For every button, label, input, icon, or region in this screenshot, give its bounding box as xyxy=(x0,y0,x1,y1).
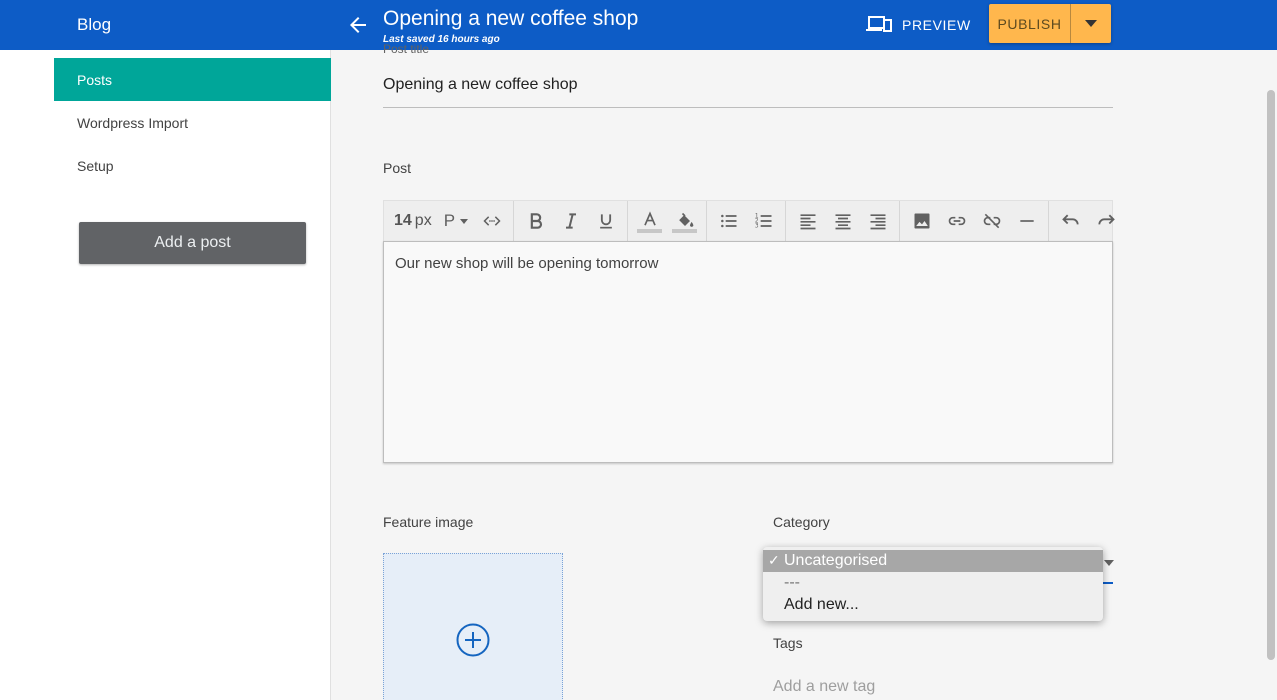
font-size-value: 14 xyxy=(394,212,412,229)
tags-label: Tags xyxy=(773,635,803,651)
option-label: Add new... xyxy=(784,596,859,613)
post-title-label: Post title xyxy=(383,42,430,56)
bold-icon[interactable] xyxy=(518,201,553,242)
align-center-icon[interactable] xyxy=(825,201,860,242)
category-option-add-new[interactable]: Add new... xyxy=(763,594,1103,616)
option-label: Uncategorised xyxy=(784,552,888,569)
feature-image-label: Feature image xyxy=(383,514,474,530)
publish-button[interactable]: PUBLISH xyxy=(989,4,1071,43)
post-body-text: Our new shop will be opening tomorrow xyxy=(395,255,659,272)
toolbar-group-text-style xyxy=(514,200,629,242)
top-app-bar: Blog Opening a new coffee shop Last save… xyxy=(0,0,1277,50)
redo-icon[interactable] xyxy=(1088,201,1123,242)
undo-icon[interactable] xyxy=(1053,201,1088,242)
sidebar-item-label: Posts xyxy=(77,71,113,88)
fill-color-swatch xyxy=(672,228,698,233)
unlink-icon[interactable] xyxy=(974,201,1009,242)
option-label: --- xyxy=(784,574,800,591)
text-color-swatch xyxy=(637,228,663,233)
dropdown-arrow-icon xyxy=(1085,20,1097,27)
post-title-underline xyxy=(383,107,1113,108)
paragraph-style-value: P xyxy=(443,211,456,230)
post-title-input[interactable]: Opening a new coffee shop xyxy=(383,76,578,94)
check-icon: ✓ xyxy=(768,552,780,568)
preview-button[interactable]: PREVIEW xyxy=(866,13,971,37)
add-circle-icon xyxy=(456,623,490,657)
category-dropdown-arrow-icon[interactable] xyxy=(1104,560,1114,566)
toolbar-group-color xyxy=(628,200,708,242)
link-icon[interactable] xyxy=(939,201,974,242)
toolbar-group-insert xyxy=(900,200,1050,242)
text-color-icon[interactable] xyxy=(632,201,667,242)
toolbar-group-lists: 123 xyxy=(707,200,787,242)
font-size-unit: px xyxy=(414,212,432,229)
editor-toolbar: 14 px P 1 2 3 xyxy=(383,200,1115,242)
sidebar-item-posts[interactable]: Posts xyxy=(54,58,331,101)
post-editor: Post title Opening a new coffee shop Pos… xyxy=(331,42,1277,700)
devices-icon xyxy=(866,14,892,37)
tags-input[interactable]: Add a new tag xyxy=(773,678,1113,696)
fill-color-icon[interactable] xyxy=(667,201,702,242)
sidebar-item-label: Setup xyxy=(77,157,114,174)
publish-button-group: PUBLISH xyxy=(989,4,1111,43)
back-arrow-icon[interactable] xyxy=(346,13,370,37)
toolbar-group-align xyxy=(786,200,901,242)
italic-icon[interactable] xyxy=(553,201,588,242)
align-right-icon[interactable] xyxy=(860,201,895,242)
add-post-button[interactable]: Add a post xyxy=(79,222,306,264)
horizontal-rule-icon[interactable] xyxy=(1009,201,1044,242)
font-size-select[interactable]: 14 px xyxy=(388,201,438,242)
post-body-label: Post xyxy=(383,160,412,176)
paragraph-style-select[interactable]: P xyxy=(438,201,474,242)
sidebar-item-wordpress-import[interactable]: Wordpress Import xyxy=(54,101,331,144)
align-left-icon[interactable] xyxy=(790,201,825,242)
category-option-uncategorised[interactable]: ✓ Uncategorised xyxy=(763,550,1103,572)
brand-title[interactable]: Blog xyxy=(77,15,111,35)
underline-icon[interactable] xyxy=(588,201,623,242)
chevron-down-icon xyxy=(460,218,469,224)
post-body-editor[interactable]: Our new shop will be opening tomorrow xyxy=(383,241,1113,463)
image-icon[interactable] xyxy=(904,201,939,242)
sidebar: Posts Wordpress Import Setup Add a post xyxy=(0,50,331,700)
svg-text:3: 3 xyxy=(754,224,758,230)
category-option-separator: --- xyxy=(763,572,1103,594)
publish-dropdown-button[interactable] xyxy=(1071,4,1111,43)
page-scrollbar[interactable] xyxy=(1267,90,1275,660)
bullet-list-icon[interactable] xyxy=(711,201,746,242)
feature-image-dropzone[interactable] xyxy=(383,553,563,700)
preview-label: PREVIEW xyxy=(902,17,971,33)
category-dropdown-menu: ✓ Uncategorised --- Add new... xyxy=(763,547,1103,621)
sidebar-item-setup[interactable]: Setup xyxy=(54,144,331,187)
code-icon[interactable] xyxy=(474,201,509,242)
post-header-title: Opening a new coffee shop xyxy=(383,7,639,30)
sidebar-item-label: Wordpress Import xyxy=(77,114,188,131)
category-label: Category xyxy=(773,514,830,530)
toolbar-group-format: 14 px P xyxy=(384,200,515,242)
numbered-list-icon[interactable]: 123 xyxy=(746,201,781,242)
toolbar-group-history xyxy=(1049,201,1127,242)
